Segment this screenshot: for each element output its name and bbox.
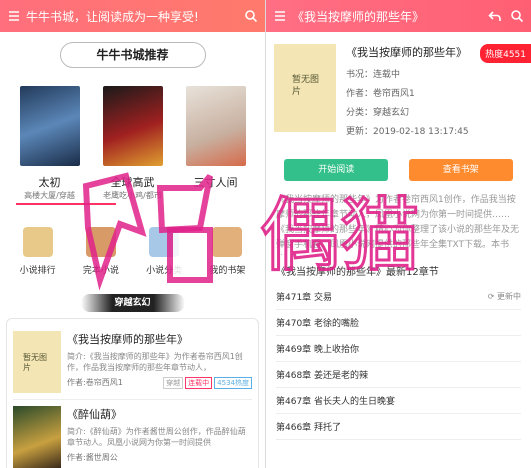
no-image-text: 暂无图片	[292, 75, 320, 97]
heat-badge: 热度4551	[480, 44, 531, 63]
home-header: 牛牛书城，让阅读成为一种享受!	[0, 0, 265, 32]
nav-completed[interactable]: 完本小说	[76, 227, 126, 276]
book-intro: 《我当按摩师的那些年》为作者卷帘西风1创作，作品我当按摩师的那些年章节动人，凤凰…	[276, 195, 520, 250]
detail-header: 《我当按摩师的那些年》	[266, 0, 531, 32]
list-item-desc: 简介:《我当按摩师的那些年》为作者卷帘西风1创作，作品我当按摩师的那些年章节动人…	[67, 352, 243, 372]
list-item-title[interactable]: 《醉仙葫》	[67, 406, 252, 422]
start-reading-button[interactable]: 开始阅读	[284, 159, 389, 181]
latest-chapters-title: 《我当按摩师的那些年》最新12章节	[276, 267, 439, 278]
chapter-title[interactable]: 第471章 交易	[276, 290, 332, 303]
book-title[interactable]: 太初	[20, 174, 80, 190]
chapter-title[interactable]: 第466章 拜托了	[276, 420, 341, 433]
book-cover[interactable]	[185, 86, 246, 166]
book-cover[interactable]	[19, 86, 80, 166]
chapter-item[interactable]: 第469章 晚上收拾你	[276, 336, 521, 362]
books-icon	[85, 227, 116, 257]
recommend-books: 太初 高楼大厦/穿越 全球高武 老鹰吃小鸡/都市 三寸人间	[0, 68, 265, 201]
chapter-title[interactable]: 第470章 老徐的嘴脸	[276, 316, 359, 329]
book-subtitle: 老鹰吃小鸡/都市	[103, 191, 162, 200]
chapter-list: 第471章 交易 ⟳ 更新中 第470章 老徐的嘴脸 第469章 晚上收拾你 第…	[266, 284, 531, 440]
list-item-desc: 简介:《醉仙葫》为作者酱世周公创作，作品醉仙葫章节动人。凤凰小说网为你第一时间提…	[67, 427, 246, 447]
refresh-icon: ⟳	[487, 292, 495, 301]
chapter-item[interactable]: 第468章 姜还是老的辣	[276, 362, 521, 388]
nav-label: 我的书架	[209, 266, 246, 276]
list-item-author: 作者:酱世周公	[67, 453, 118, 462]
book-updated: 更新：2019-02-18 13:17:45	[346, 127, 469, 137]
no-image-text: 暂无图片	[23, 353, 47, 372]
nav-ranking[interactable]: 小说排行	[13, 227, 63, 276]
category-icon	[149, 227, 180, 257]
nav-grid: 小说排行 完本小说 小说分类 我的书架	[0, 205, 265, 276]
list-item[interactable]: 《醉仙葫》 简介:《醉仙葫》为作者酱世周公创作，作品醉仙葫章节动人。凤凰小说网为…	[13, 400, 252, 468]
chapter-title[interactable]: 第469章 晚上收拾你	[276, 342, 359, 355]
book-list: 暂无图片 《我当按摩师的那些年》 简介:《我当按摩师的那些年》为作者卷帘西风1创…	[6, 318, 259, 468]
list-item-tags: 穿越 连载中 4534热度	[161, 377, 252, 389]
nav-bookshelf[interactable]: 我的书架	[202, 227, 252, 276]
nav-label: 小说排行	[19, 266, 56, 276]
chapter-item[interactable]: 第471章 交易 ⟳ 更新中	[276, 284, 521, 310]
recommend-book[interactable]: 三寸人间	[185, 86, 246, 201]
chapter-item[interactable]: 第466章 拜托了	[276, 414, 521, 440]
update-list-link[interactable]: ⟳ 更新中	[488, 291, 521, 302]
view-bookshelf-button[interactable]: 查看书架	[408, 159, 513, 181]
book-title: 《我当按摩师的那些年》	[346, 46, 467, 59]
list-item-title[interactable]: 《我当按摩师的那些年》	[67, 331, 252, 347]
book-cover: 暂无图片	[274, 44, 336, 132]
menu-icon[interactable]	[6, 8, 22, 24]
nav-label: 完本小说	[82, 266, 119, 276]
book-category[interactable]: 分类：穿越玄幻	[346, 105, 469, 118]
tag-status: 连载中	[185, 377, 213, 389]
recommend-book[interactable]: 太初 高楼大厦/穿越	[19, 86, 80, 201]
search-icon[interactable]	[509, 8, 525, 24]
back-icon[interactable]	[487, 8, 503, 24]
list-item-author: 作者:卷帘西风1	[67, 378, 123, 387]
list-item[interactable]: 暂无图片 《我当按摩师的那些年》 简介:《我当按摩师的那些年》为作者卷帘西风1创…	[13, 325, 252, 400]
category-pill: 穿越玄幻	[80, 294, 185, 312]
tag-heat: 4534热度	[214, 377, 252, 389]
book-author[interactable]: 作者：卷帘西风1	[346, 86, 469, 99]
detail-screen: 《我当按摩师的那些年》 暂无图片 《我当按摩师的那些年》 书况：连载中 作者：卷…	[266, 0, 531, 468]
chapter-title[interactable]: 第468章 姜还是老的辣	[276, 368, 368, 381]
book-title[interactable]: 三寸人间	[186, 174, 246, 190]
bookshelf-icon	[212, 227, 243, 257]
home-title: 牛牛书城，让阅读成为一种享受!	[26, 9, 199, 24]
detail-title: 《我当按摩师的那些年》	[292, 9, 425, 24]
menu-icon[interactable]	[272, 8, 288, 24]
book-status: 书况：连载中	[346, 70, 401, 80]
chapter-title[interactable]: 第467章 省长夫人的生日晚宴	[276, 394, 395, 407]
nav-category[interactable]: 小说分类	[139, 227, 189, 276]
recommend-section-title: 牛牛书城推荐	[59, 42, 206, 68]
chapter-item[interactable]: 第467章 省长夫人的生日晚宴	[276, 388, 521, 414]
book-detail: 暂无图片 《我当按摩师的那些年》 书况：连载中 作者：卷帘西风1 分类：穿越玄幻…	[266, 32, 531, 143]
tag-category: 穿越	[163, 377, 184, 389]
home-screen: 牛牛书城，让阅读成为一种享受! 牛牛书城推荐 太初 高楼大厦/穿越 全球高武 老…	[0, 0, 265, 468]
chapter-item[interactable]: 第470章 老徐的嘴脸	[276, 310, 521, 336]
book-subtitle: 高楼大厦/穿越	[24, 191, 75, 200]
nav-label: 小说分类	[146, 266, 183, 276]
book-title[interactable]: 全球高武	[103, 174, 163, 190]
recommend-book[interactable]: 全球高武 老鹰吃小鸡/都市	[102, 86, 163, 201]
scroll-icon	[22, 227, 53, 257]
book-thumb[interactable]	[13, 406, 61, 468]
book-thumb[interactable]: 暂无图片	[13, 331, 61, 393]
book-cover[interactable]	[102, 86, 163, 166]
action-buttons: 开始阅读 查看书架	[266, 143, 531, 181]
search-icon[interactable]	[243, 8, 259, 24]
